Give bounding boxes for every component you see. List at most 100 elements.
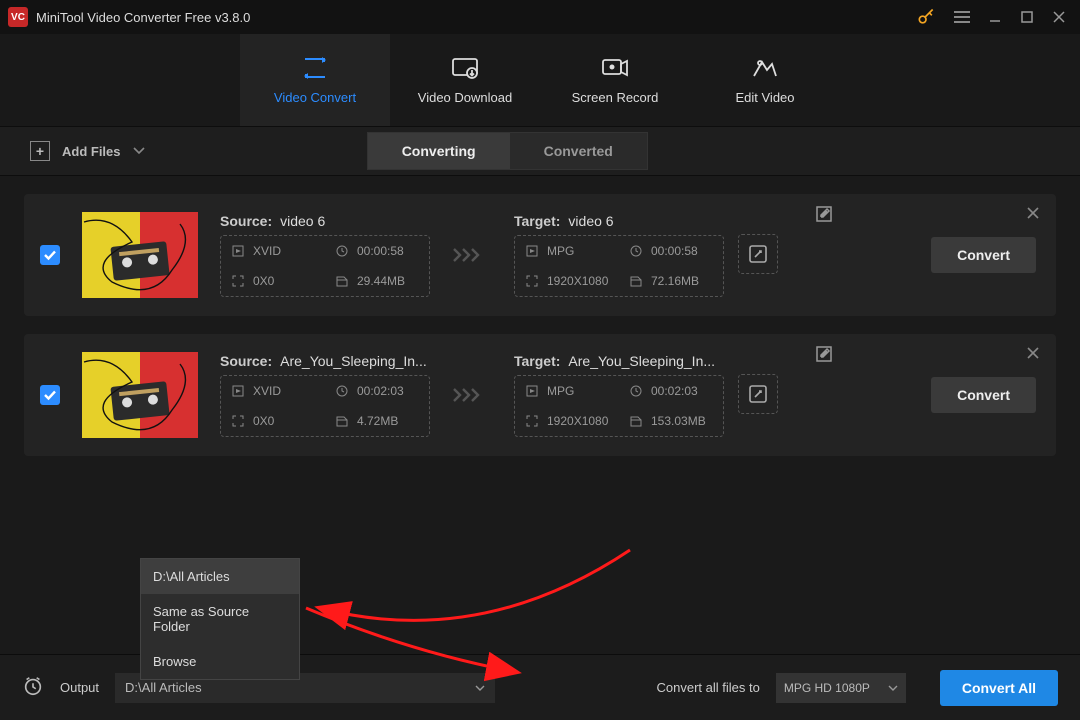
status-segmented: Converting Converted	[367, 132, 648, 170]
target-block: Target: Are_You_Sleeping_In... MPG 00:02…	[514, 353, 724, 437]
close-button[interactable]	[1052, 10, 1066, 24]
convert-icon	[300, 56, 330, 80]
target-duration: 00:02:03	[651, 384, 698, 398]
filesize-icon	[335, 414, 349, 428]
codec-icon	[231, 244, 245, 258]
tab-video-convert[interactable]: Video Convert	[240, 34, 390, 126]
output-menu-item[interactable]: Browse	[141, 644, 299, 679]
source-size: 4.72MB	[357, 414, 398, 428]
file-checkbox[interactable]	[40, 385, 60, 405]
filesize-icon	[629, 274, 643, 288]
codec-icon	[525, 384, 539, 398]
app-logo: VC	[8, 7, 28, 27]
target-size: 153.03MB	[651, 414, 706, 428]
convert-button[interactable]: Convert	[931, 237, 1036, 273]
convert-all-files-to-label: Convert all files to	[657, 680, 760, 695]
edit-target-icon[interactable]	[816, 346, 832, 365]
chevron-down-icon	[888, 685, 898, 691]
source-name: Are_You_Sleeping_In...	[280, 353, 427, 369]
target-settings-button[interactable]	[738, 234, 778, 274]
arrow-icon	[452, 385, 492, 405]
tab-converted[interactable]: Converted	[510, 133, 647, 169]
arrow-icon	[452, 245, 492, 265]
resolution-icon	[525, 414, 539, 428]
tab-converting[interactable]: Converting	[368, 133, 510, 169]
target-name: Are_You_Sleeping_In...	[568, 353, 715, 369]
target-name: video 6	[568, 213, 613, 229]
edit-video-icon	[750, 56, 780, 80]
chevron-down-icon	[133, 147, 145, 155]
resolution-icon	[231, 414, 245, 428]
main-nav: Video Convert Video Download Screen Reco…	[0, 34, 1080, 126]
filesize-icon	[335, 274, 349, 288]
tab-video-download[interactable]: Video Download	[390, 34, 540, 126]
source-codec: XVID	[253, 244, 281, 258]
schedule-icon[interactable]	[22, 675, 44, 700]
output-dropdown-menu: D:\All Articles Same as Source Folder Br…	[140, 558, 300, 680]
tab-edit-video[interactable]: Edit Video	[690, 34, 840, 126]
titlebar: VC MiniTool Video Converter Free v3.8.0	[0, 0, 1080, 34]
output-menu-item[interactable]: Same as Source Folder	[141, 594, 299, 644]
tab-label: Video Convert	[274, 90, 356, 105]
source-name: video 6	[280, 213, 325, 229]
resolution-icon	[231, 274, 245, 288]
target-codec: MPG	[547, 384, 574, 398]
tab-label: Screen Record	[572, 90, 659, 105]
maximize-button[interactable]	[1020, 10, 1034, 24]
tab-screen-record[interactable]: Screen Record	[540, 34, 690, 126]
target-size: 72.16MB	[651, 274, 699, 288]
download-icon	[450, 56, 480, 80]
sub-toolbar: + Add Files Converting Converted	[0, 126, 1080, 176]
add-files-label: Add Files	[62, 144, 121, 159]
source-codec: XVID	[253, 384, 281, 398]
file-thumbnail	[82, 352, 198, 438]
output-path-value: D:\All Articles	[125, 680, 202, 695]
output-menu-item[interactable]: D:\All Articles	[141, 559, 299, 594]
source-label: Source:	[220, 213, 272, 229]
source-resolution: 0X0	[253, 274, 274, 288]
target-label: Target:	[514, 213, 560, 229]
source-duration: 00:02:03	[357, 384, 404, 398]
output-label: Output	[60, 680, 99, 695]
source-block: Source: Are_You_Sleeping_In... XVID 00:0…	[220, 353, 430, 437]
tab-label: Edit Video	[735, 90, 794, 105]
chevron-down-icon	[475, 685, 485, 691]
window-title: MiniTool Video Converter Free v3.8.0	[36, 10, 916, 25]
file-card: Source: Are_You_Sleeping_In... XVID 00:0…	[24, 334, 1056, 456]
output-preset-select[interactable]: MPG HD 1080P	[776, 673, 906, 703]
clock-icon	[335, 384, 349, 398]
tab-label: Video Download	[418, 90, 512, 105]
target-resolution: 1920X1080	[547, 414, 608, 428]
add-files-button[interactable]: + Add Files	[30, 141, 145, 161]
target-settings-button[interactable]	[738, 374, 778, 414]
resolution-icon	[525, 274, 539, 288]
convert-all-button[interactable]: Convert All	[940, 670, 1058, 706]
clock-icon	[629, 384, 643, 398]
source-block: Source: video 6 XVID 00:00:58 0X0 29.44M…	[220, 213, 430, 297]
convert-button[interactable]: Convert	[931, 377, 1036, 413]
minimize-button[interactable]	[988, 10, 1002, 24]
hamburger-menu-icon[interactable]	[954, 11, 970, 23]
source-size: 29.44MB	[357, 274, 405, 288]
record-icon	[600, 56, 630, 80]
source-duration: 00:00:58	[357, 244, 404, 258]
filesize-icon	[629, 414, 643, 428]
codec-icon	[231, 384, 245, 398]
source-resolution: 0X0	[253, 414, 274, 428]
target-duration: 00:00:58	[651, 244, 698, 258]
remove-file-button[interactable]	[1026, 206, 1040, 223]
target-resolution: 1920X1080	[547, 274, 608, 288]
codec-icon	[525, 244, 539, 258]
clock-icon	[335, 244, 349, 258]
key-icon[interactable]	[916, 7, 936, 27]
clock-icon	[629, 244, 643, 258]
source-label: Source:	[220, 353, 272, 369]
file-card: Source: video 6 XVID 00:00:58 0X0 29.44M…	[24, 194, 1056, 316]
target-codec: MPG	[547, 244, 574, 258]
edit-target-icon[interactable]	[816, 206, 832, 225]
file-list: Source: video 6 XVID 00:00:58 0X0 29.44M…	[0, 176, 1080, 456]
file-thumbnail	[82, 212, 198, 298]
remove-file-button[interactable]	[1026, 346, 1040, 363]
file-checkbox[interactable]	[40, 245, 60, 265]
target-label: Target:	[514, 353, 560, 369]
